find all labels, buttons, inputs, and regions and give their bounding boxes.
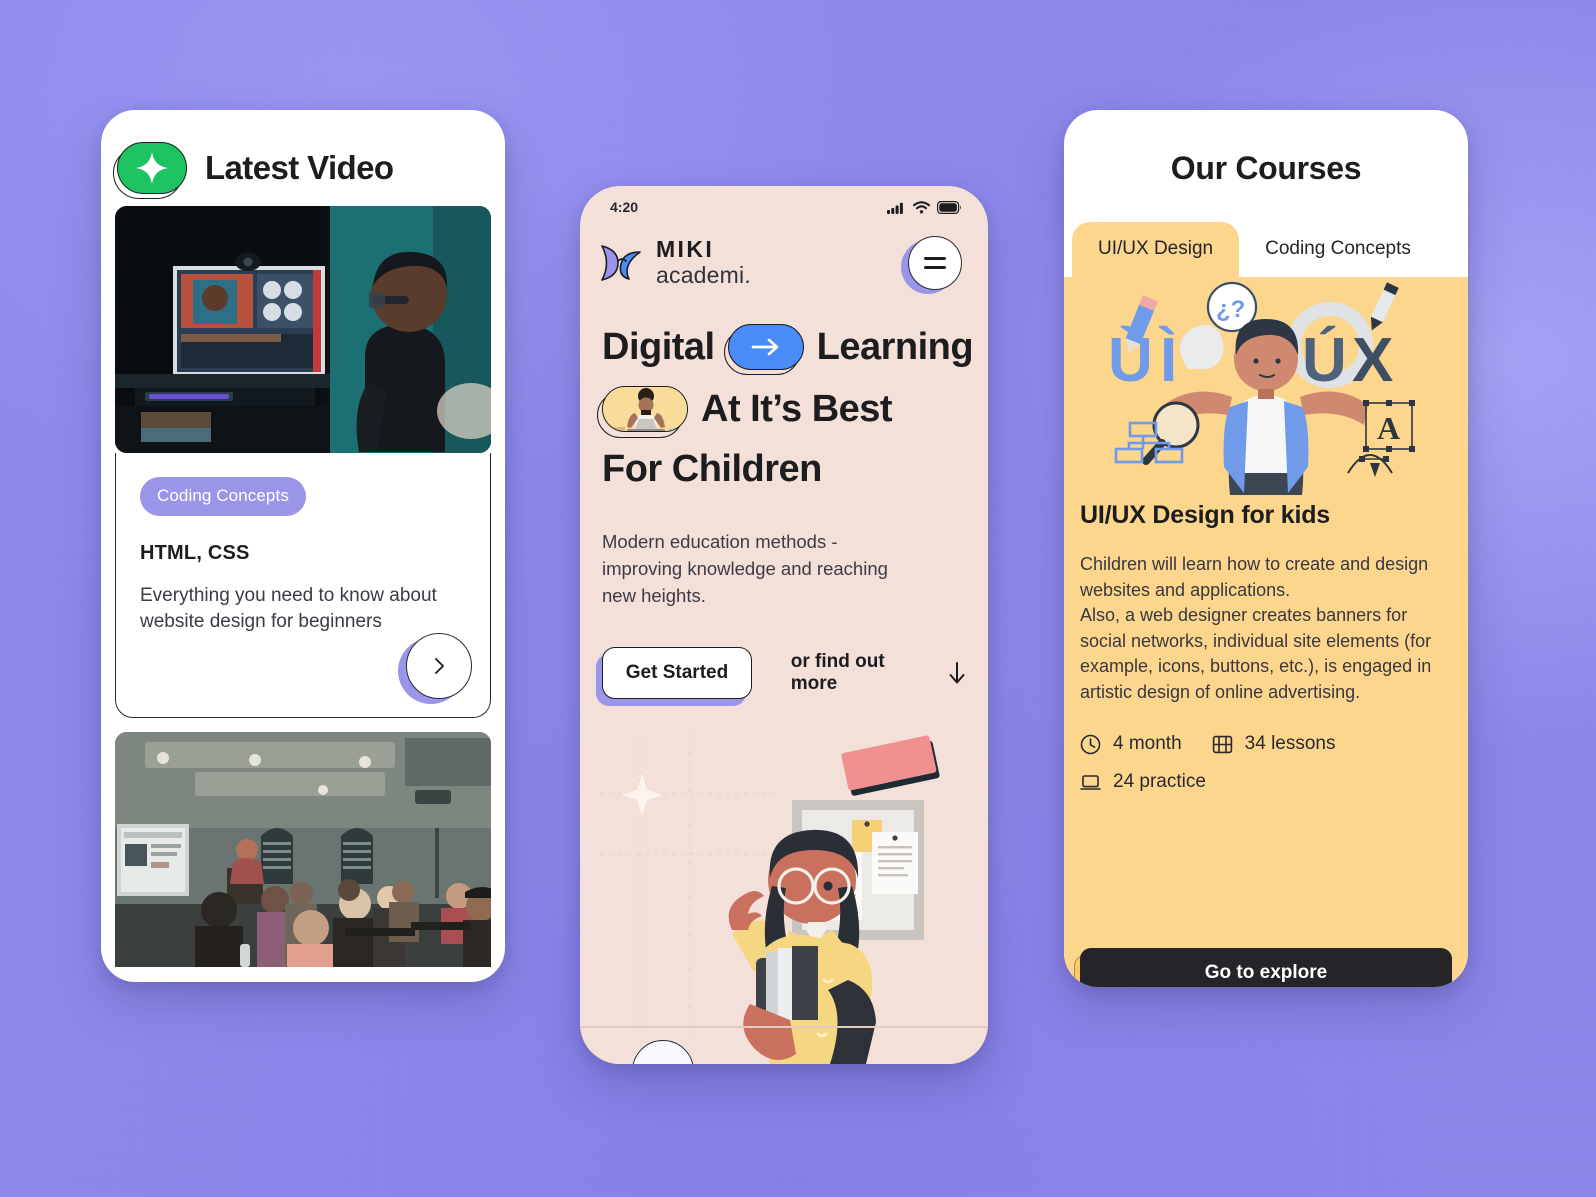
- svg-text:Ì: Ì: [1158, 326, 1177, 395]
- meta-lessons-label: 34 lessons: [1244, 733, 1336, 755]
- classroom-thumbnail[interactable]: [115, 732, 491, 967]
- course-card: Coding Concepts HTML, CSS Everything you…: [115, 453, 491, 718]
- tab-uiux-design[interactable]: UI/UX Design: [1072, 222, 1240, 277]
- card-title: HTML, CSS: [140, 542, 250, 564]
- status-time: 4:20: [610, 199, 639, 215]
- hero-subtitle: Modern education methods - improving kno…: [602, 531, 888, 606]
- person-at-laptop-photo: [597, 386, 688, 438]
- meta-lessons: 34 lessons: [1212, 733, 1336, 755]
- card-description: Everything you need to know about websit…: [140, 585, 437, 632]
- battery-icon: [937, 200, 961, 214]
- page-title: Latest Video: [205, 149, 394, 186]
- phone-landing-hero: 4:20 MIKI academi. Digital Learning At I…: [580, 186, 988, 1064]
- brand-line-1: MIKI: [656, 236, 715, 263]
- hero-actions: Get Started or find out more: [580, 609, 988, 707]
- courses-tabs: UI/UX Design Coding Concepts: [1064, 221, 1468, 277]
- card-next-button[interactable]: [398, 633, 472, 704]
- headline-word-3: At It’s Best: [701, 387, 893, 430]
- course-panel: Ù Ì Ú X ¿? A UI/UX Design for kids Child…: [1064, 277, 1468, 987]
- app-navbar: MIKI academi.: [580, 220, 988, 294]
- latest-video-thumbnail[interactable]: [115, 206, 491, 453]
- hero-illustration: [580, 734, 988, 1064]
- headline-word-1: Digital: [602, 325, 715, 368]
- latest-video-header: Latest Video: [101, 110, 505, 206]
- course-title: UI/UX Design for kids: [1080, 501, 1331, 529]
- card-tag-badge[interactable]: Coding Concepts: [140, 477, 306, 516]
- courses-page-title: Our Courses: [1170, 150, 1362, 186]
- cellular-signal-icon: [887, 202, 903, 214]
- hamburger-menu-icon[interactable]: [901, 236, 962, 294]
- meta-practice-label: 24 practice: [1113, 771, 1206, 793]
- uiux-illustration: Ù Ì Ú X ¿? A: [1080, 277, 1452, 495]
- tab-coding-concepts[interactable]: Coding Concepts: [1239, 222, 1437, 277]
- get-started-button[interactable]: Get Started: [596, 647, 752, 707]
- go-to-explore-button[interactable]: Go to explore: [1074, 948, 1452, 987]
- find-out-more-link[interactable]: or find out more: [791, 651, 966, 695]
- status-bar: 4:20: [580, 186, 988, 220]
- headline-word-4: For Children: [602, 448, 822, 490]
- find-out-more-label: or find out more: [790, 651, 885, 695]
- svg-text:Ú: Ú: [1302, 326, 1347, 395]
- phone-our-courses: Our Courses UI/UX Design Coding Concepts…: [1064, 110, 1468, 987]
- course-meta: 4 month 34 lessons 24 practice: [1080, 733, 1452, 793]
- arrow-right-icon[interactable]: [723, 324, 804, 375]
- svg-text:A: A: [1377, 410, 1400, 446]
- sparkle-star-icon: [113, 142, 187, 199]
- brand-logo[interactable]: MIKI academi.: [598, 237, 751, 288]
- brand-line-2: academi.: [656, 262, 751, 289]
- meta-duration: 4 month: [1080, 733, 1182, 755]
- meta-duration-label: 4 month: [1113, 733, 1182, 755]
- arrow-down-icon: [949, 662, 965, 684]
- butterfly-logo-icon: [601, 245, 641, 281]
- meta-practice: 24 practice: [1080, 771, 1452, 793]
- chevron-right-icon: [435, 658, 444, 674]
- film-strip-icon: [1212, 735, 1232, 753]
- laptop-icon: [1080, 774, 1101, 790]
- svg-text:X: X: [1352, 326, 1393, 395]
- headline-word-2: Learning: [816, 325, 974, 368]
- get-started-label: Get Started: [602, 647, 752, 700]
- phone-latest-video: Latest Video Coding Concepts HTML, CSS E…: [101, 110, 505, 982]
- wifi-icon: [912, 200, 931, 213]
- course-description: Children will learn how to create and de…: [1080, 554, 1432, 702]
- clock-icon: [1080, 734, 1101, 755]
- hero-headline: Digital Learning At It’s Best For Childr…: [580, 290, 988, 491]
- svg-text:¿?: ¿?: [1216, 296, 1245, 323]
- go-to-explore-label: Go to explore: [1080, 948, 1452, 987]
